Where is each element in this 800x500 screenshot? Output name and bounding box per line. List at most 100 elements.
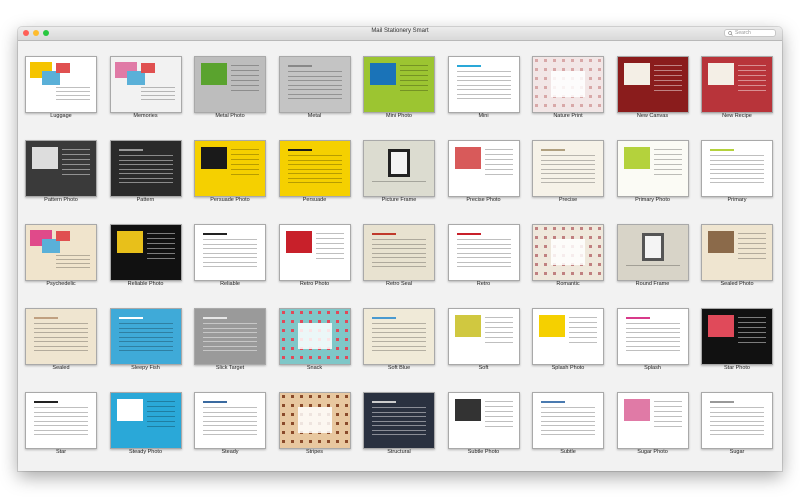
template-item[interactable]: Structural	[363, 392, 435, 458]
template-item[interactable]: Star Photo	[701, 308, 773, 374]
template-item[interactable]: Steady Photo	[109, 392, 182, 458]
template-item[interactable]: New Recipe	[701, 56, 773, 122]
template-thumbnail[interactable]	[447, 392, 520, 449]
thumbnail-graphic	[372, 181, 426, 182]
template-item[interactable]: Persuade	[278, 140, 351, 206]
template-item[interactable]: Psychedelic	[25, 224, 97, 290]
template-item[interactable]: Pattern Photo	[25, 140, 97, 206]
template-item[interactable]: Picture Frame	[363, 140, 435, 206]
template-item[interactable]: Sugar	[701, 392, 773, 458]
template-item[interactable]: Retro Seal	[363, 224, 435, 290]
template-item[interactable]: Nature Print	[532, 56, 604, 122]
template-thumbnail[interactable]	[109, 224, 182, 281]
template-thumbnail[interactable]	[532, 224, 604, 281]
template-thumbnail[interactable]	[616, 308, 689, 365]
template-thumbnail[interactable]	[194, 308, 266, 365]
template-thumbnail[interactable]	[363, 56, 435, 113]
template-item[interactable]: Splash Photo	[532, 308, 604, 374]
template-thumbnail[interactable]	[701, 140, 773, 197]
template-item[interactable]: Sleepy Fish	[109, 308, 182, 374]
template-item[interactable]: Precise	[532, 140, 604, 206]
template-thumbnail[interactable]	[616, 224, 689, 281]
template-item[interactable]: Mini Photo	[363, 56, 435, 122]
template-thumbnail[interactable]	[701, 392, 773, 449]
template-thumbnail[interactable]	[447, 140, 520, 197]
template-thumbnail[interactable]	[447, 56, 520, 113]
template-item[interactable]: Retro Photo	[278, 224, 351, 290]
thumbnail-graphic	[203, 345, 257, 347]
template-thumbnail[interactable]	[363, 140, 435, 197]
template-item[interactable]: Round Frame	[616, 224, 689, 290]
template-thumbnail[interactable]	[278, 224, 351, 281]
template-item[interactable]: Metal	[278, 56, 351, 122]
template-thumbnail[interactable]	[363, 392, 435, 449]
thumbnail-graphic	[126, 71, 145, 85]
template-item[interactable]: Subtle	[532, 392, 604, 458]
template-item[interactable]: Persuade Photo	[194, 140, 266, 206]
template-item[interactable]: Precise Photo	[447, 140, 520, 206]
template-thumbnail[interactable]	[109, 56, 182, 113]
template-thumbnail[interactable]	[616, 392, 689, 449]
template-item[interactable]: Steady	[194, 392, 266, 458]
template-thumbnail[interactable]	[25, 140, 97, 197]
template-thumbnail[interactable]	[109, 392, 182, 449]
thumbnail-graphic	[281, 338, 285, 341]
template-thumbnail[interactable]	[194, 140, 266, 197]
template-item[interactable]: Splash	[616, 308, 689, 374]
thumbnail-graphic	[118, 173, 173, 174]
template-thumbnail[interactable]	[25, 56, 97, 113]
template-thumbnail[interactable]	[532, 56, 604, 113]
template-thumbnail[interactable]	[532, 140, 604, 197]
template-thumbnail[interactable]	[25, 224, 97, 281]
template-item[interactable]: Retro	[447, 224, 520, 290]
template-thumbnail[interactable]	[278, 56, 351, 113]
template-item[interactable]: Reliable Photo	[109, 224, 182, 290]
template-item[interactable]: Metal Photo	[194, 56, 266, 122]
template-thumbnail[interactable]	[109, 308, 182, 365]
thumbnail-graphic	[710, 149, 734, 151]
template-thumbnail[interactable]	[194, 392, 266, 449]
template-item[interactable]: Subtle Photo	[447, 392, 520, 458]
template-item[interactable]: Star	[25, 392, 97, 458]
template-thumbnail[interactable]	[194, 224, 266, 281]
template-thumbnail[interactable]	[701, 56, 773, 113]
thumbnail-graphic	[32, 147, 58, 169]
template-item[interactable]: Sealed	[25, 308, 97, 374]
template-thumbnail[interactable]	[701, 224, 773, 281]
template-item[interactable]: Luggage	[25, 56, 97, 122]
template-item[interactable]: Sealed Photo	[701, 224, 773, 290]
template-item[interactable]: Slick Target	[194, 308, 266, 374]
template-item[interactable]: Stripes	[278, 392, 351, 458]
template-item[interactable]: Sugar Photo	[616, 392, 689, 458]
template-thumbnail[interactable]	[363, 308, 435, 365]
template-thumbnail[interactable]	[109, 140, 182, 197]
template-thumbnail[interactable]	[25, 308, 97, 365]
template-item[interactable]: New Canvas	[616, 56, 689, 122]
template-thumbnail[interactable]	[278, 392, 351, 449]
template-item[interactable]: Memories	[109, 56, 182, 122]
template-thumbnail[interactable]	[194, 56, 266, 113]
template-thumbnail[interactable]	[363, 224, 435, 281]
template-thumbnail[interactable]	[25, 392, 97, 449]
template-thumbnail[interactable]	[447, 224, 520, 281]
template-item[interactable]: Soft	[447, 308, 520, 374]
template-thumbnail[interactable]	[701, 308, 773, 365]
template-thumbnail[interactable]	[278, 308, 351, 365]
template-thumbnail[interactable]	[447, 308, 520, 365]
thumbnail-graphic	[535, 254, 538, 257]
template-item[interactable]: Romantic	[532, 224, 604, 290]
template-thumbnail[interactable]	[532, 308, 604, 365]
thumbnail-graphic	[738, 317, 766, 318]
template-item[interactable]: Reliable	[194, 224, 266, 290]
template-item[interactable]: Snack	[278, 308, 351, 374]
template-item[interactable]: Soft Blue	[363, 308, 435, 374]
template-thumbnail[interactable]	[616, 56, 689, 113]
template-item[interactable]: Primary	[701, 140, 773, 206]
template-thumbnail[interactable]	[278, 140, 351, 197]
template-item[interactable]: Primary Photo	[616, 140, 689, 206]
search-field[interactable]: Search	[724, 29, 776, 37]
template-item[interactable]: Mini	[447, 56, 520, 122]
template-thumbnail[interactable]	[532, 392, 604, 449]
template-thumbnail[interactable]	[616, 140, 689, 197]
template-item[interactable]: Pattern	[109, 140, 182, 206]
